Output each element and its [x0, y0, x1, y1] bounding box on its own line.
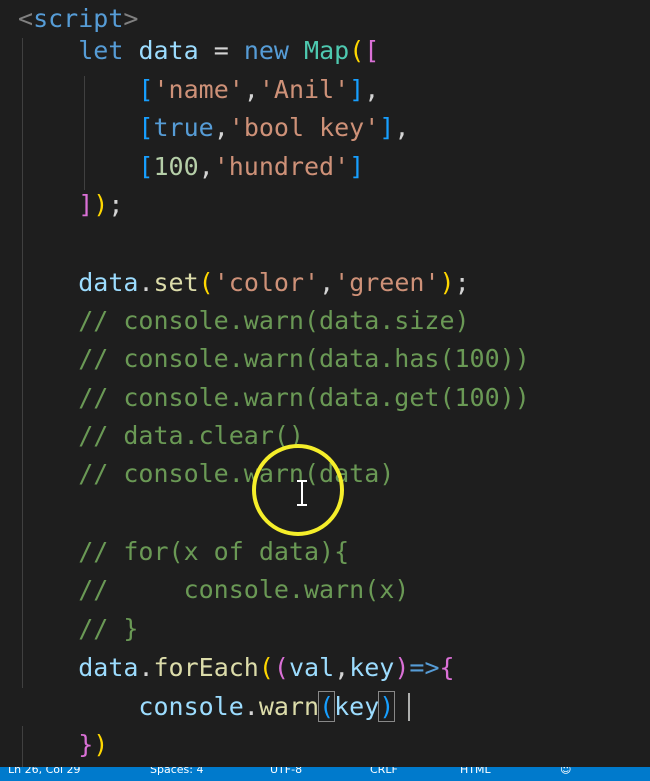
code-line-11: // console.warn(data.get(100)) [78, 383, 530, 412]
status-language[interactable]: HTML [460, 767, 491, 777]
code-line-2: let data = new Map([ [78, 36, 380, 65]
code-line-15: // for(x of data){ [78, 537, 350, 566]
code-line-17: // } [78, 614, 139, 643]
code-line-8: data.set('color','green'); [78, 268, 470, 297]
status-cursor-position[interactable]: Ln 26, Col 29 [8, 767, 81, 777]
code-line-5: [100,'hundred'] [138, 152, 365, 181]
code-line-4: [true,'bool key'], [138, 113, 410, 142]
code-line-3: ['name','Anil'], [138, 75, 380, 104]
code-line-9: // console.warn(data.size) [78, 306, 470, 335]
code-line-6: ]); [78, 190, 124, 219]
code-editor[interactable]: <script> let data = new Map([ ['name','A… [0, 0, 650, 767]
code-line-19: console.warn(key) [18, 688, 396, 726]
text-caret [408, 693, 410, 721]
code-line-16: // console.warn(x) [78, 575, 410, 604]
code-line-12: // data.clear() [78, 421, 304, 450]
status-encoding[interactable]: UTF-8 [270, 767, 302, 777]
code-line-20: }) [78, 730, 109, 759]
status-line-ending[interactable]: CRLF [370, 767, 398, 777]
feedback-icon[interactable]: ☺ [560, 767, 571, 777]
code-line-10: // console.warn(data.has(100)) [78, 344, 530, 373]
ibeam-cursor-icon [296, 480, 308, 506]
status-indentation[interactable]: Spaces: 4 [150, 767, 203, 777]
code-line-18: data.forEach((val,key)=>{ [78, 653, 455, 682]
status-bar: Ln 26, Col 29 Spaces: 4 UTF-8 CRLF HTML … [0, 767, 650, 781]
